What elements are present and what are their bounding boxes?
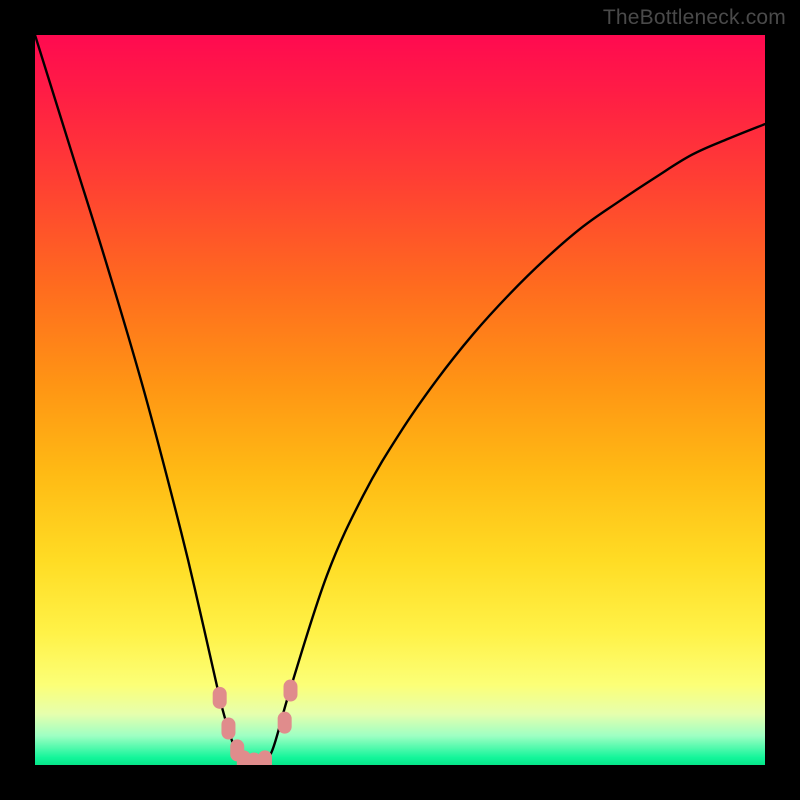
marker-dot xyxy=(213,687,227,709)
marker-dot xyxy=(258,750,272,765)
marker-group xyxy=(213,680,298,765)
marker-layer xyxy=(35,35,765,765)
marker-dot xyxy=(221,718,235,740)
watermark-text: TheBottleneck.com xyxy=(603,6,786,30)
bottleneck-plot xyxy=(35,35,765,765)
marker-dot xyxy=(278,712,292,734)
marker-dot xyxy=(284,680,298,702)
